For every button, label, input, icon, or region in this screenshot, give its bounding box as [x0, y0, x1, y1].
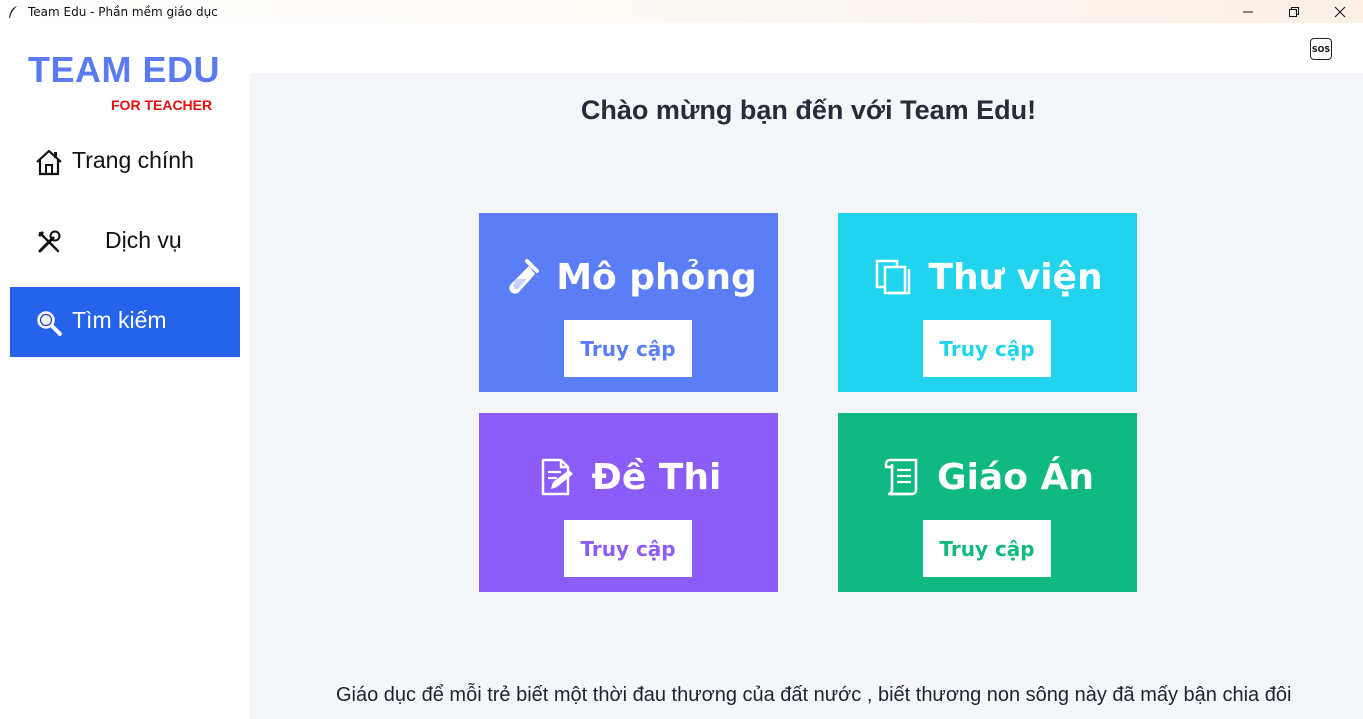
card-title: Mô phỏng: [556, 256, 757, 298]
sidebar-item-services[interactable]: Dịch vụ: [10, 206, 240, 276]
close-button[interactable]: [1317, 0, 1363, 23]
card-library: Thư viện Truy cập: [838, 213, 1137, 392]
test-tube-icon: [500, 256, 542, 298]
window-title: Team Edu - Phần mềm giáo dục: [28, 4, 218, 19]
sidebar-item-search[interactable]: Tìm kiếm: [10, 287, 240, 357]
copy-icon: [872, 256, 914, 298]
card-simulation: Mô phỏng Truy cập: [479, 213, 778, 392]
sidebar: TEAM EDU FOR TEACHER Trang chính Dịch vụ: [0, 23, 250, 719]
brand-subtitle: FOR TEACHER: [111, 97, 213, 113]
card-lesson-plan: Giáo Án Truy cập: [838, 413, 1137, 592]
window-controls: [1225, 0, 1363, 23]
sidebar-item-label: Tìm kiếm: [72, 307, 167, 333]
page-title: Chào mừng bạn đến với Team Edu!: [580, 95, 1037, 125]
title-bar: Team Edu - Phần mềm giáo dục: [0, 0, 1363, 23]
minimize-button[interactable]: [1225, 0, 1271, 23]
simulation-access-button[interactable]: Truy cập: [564, 320, 692, 377]
lesson-plan-access-button[interactable]: Truy cập: [923, 520, 1051, 577]
main-content: [250, 73, 1363, 719]
feather-icon: [4, 3, 22, 21]
library-access-button[interactable]: Truy cập: [923, 320, 1051, 377]
card-title: Đề Thi: [591, 456, 722, 498]
card-title: Thư viện: [928, 256, 1103, 298]
restore-button[interactable]: [1271, 0, 1317, 23]
card-exam: Đề Thi Truy cập: [479, 413, 778, 592]
brand-logo: TEAM EDU: [28, 49, 220, 90]
sos-button[interactable]: SOS: [1310, 38, 1332, 60]
card-title: Giáo Án: [937, 456, 1094, 498]
sidebar-item-label: Dịch vụ: [105, 227, 182, 253]
search-icon: [34, 309, 64, 337]
close-icon: [1334, 6, 1346, 17]
home-icon: [34, 148, 64, 176]
tools-icon: [34, 228, 64, 256]
minimize-icon: [1243, 11, 1253, 12]
restore-icon: [1289, 6, 1299, 17]
header-bar: [250, 23, 1363, 73]
edit-document-icon: [536, 456, 578, 498]
sidebar-item-label: Trang chính: [72, 147, 194, 173]
exam-access-button[interactable]: Truy cập: [564, 520, 692, 577]
sidebar-item-home[interactable]: Trang chính: [10, 126, 240, 196]
footer-quote: Giáo dục để mỗi trẻ biết một thời đau th…: [336, 684, 1292, 706]
scroll-icon: [881, 456, 923, 498]
